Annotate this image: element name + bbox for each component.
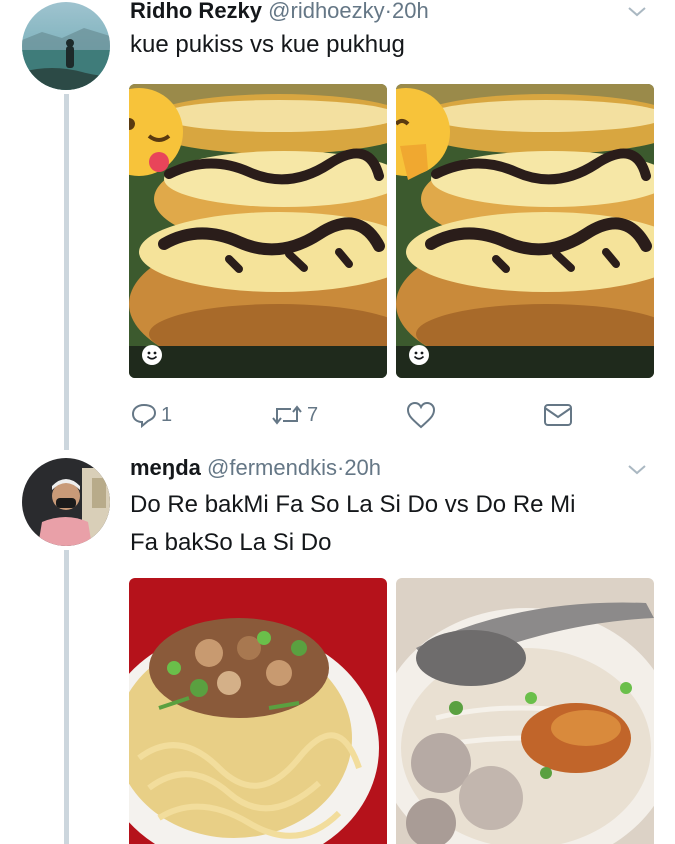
thread-line-top <box>64 94 69 450</box>
separator-dot: · <box>384 0 392 23</box>
tweet-text: Do Re bakMi Fa So La Si Do vs Do Re Mi F… <box>130 486 576 562</box>
display-name[interactable]: meŋda <box>130 455 201 480</box>
tweet-text-line: Fa bakSo La Si Do <box>130 529 332 556</box>
thread-line-bottom <box>64 550 69 844</box>
retweet-icon <box>272 405 302 425</box>
tweet-header: Ridho Rezky @ridhoezky·20h <box>130 0 429 24</box>
smiley-icon <box>409 345 429 365</box>
chevron-down-icon[interactable] <box>625 0 649 24</box>
reply-button[interactable]: 1 <box>131 398 172 432</box>
display-name[interactable]: Ridho Rezky <box>130 0 262 23</box>
direct-message-button[interactable] <box>543 398 573 432</box>
timestamp[interactable]: 20h <box>344 455 381 480</box>
retweet-count: 7 <box>307 403 319 426</box>
avatar[interactable] <box>22 2 110 90</box>
reply-icon <box>131 403 157 428</box>
reply-count: 1 <box>161 403 173 426</box>
tweet-text: kue pukiss vs kue pukhug <box>130 31 405 58</box>
user-handle[interactable]: @fermendkis <box>207 455 337 480</box>
heart-icon <box>406 401 436 429</box>
tweet-photo-bakmi[interactable] <box>129 578 387 844</box>
tweet-photo-bakso[interactable] <box>396 578 654 844</box>
envelope-icon <box>544 404 572 426</box>
tweet-photo-1[interactable] <box>129 84 387 378</box>
avatar[interactable] <box>22 458 110 546</box>
chevron-down-icon[interactable] <box>625 458 649 482</box>
retweet-button[interactable]: 7 <box>271 398 318 432</box>
tweet-photo-2[interactable] <box>396 84 654 378</box>
tweet-header: meŋda @fermendkis·20h <box>130 455 381 481</box>
smiley-icon <box>142 345 162 365</box>
timestamp[interactable]: 20h <box>392 0 429 23</box>
like-button[interactable] <box>406 398 436 432</box>
tweet-text-line: Do Re bakMi Fa So La Si Do vs Do Re Mi <box>130 491 576 518</box>
user-handle[interactable]: @ridhoezky <box>268 0 385 23</box>
